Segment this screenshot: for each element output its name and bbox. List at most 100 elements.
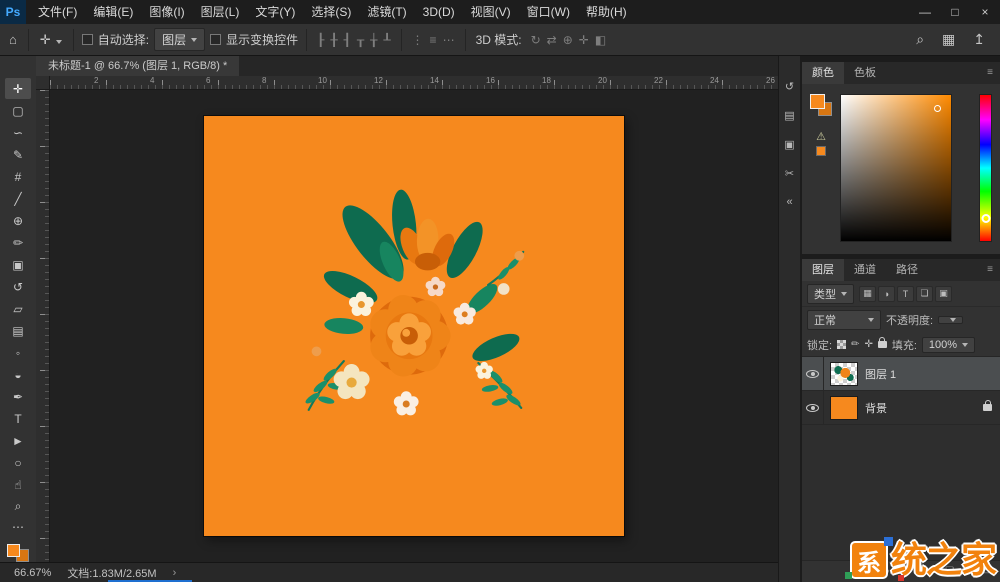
- panel-menu-icon[interactable]: ≡: [980, 62, 1000, 84]
- tab-layers[interactable]: 图层: [802, 259, 844, 281]
- mode-3d-icon[interactable]: ◧: [593, 33, 608, 47]
- layer-kind-filter-icon[interactable]: ▣: [935, 286, 952, 302]
- spot-healing-brush-tool[interactable]: ⊕: [5, 210, 31, 231]
- distribute-icon[interactable]: ⋯: [441, 33, 457, 47]
- layer-kind-filter-icon[interactable]: ❏: [916, 286, 933, 302]
- zoom-level[interactable]: 66.67%: [14, 567, 51, 579]
- foreground-color-swatch[interactable]: [810, 94, 825, 109]
- document-tab[interactable]: 未标题-1 @ 66.7% (图层 1, RGB/8) *: [36, 56, 239, 76]
- tab-channels[interactable]: 通道: [844, 259, 886, 281]
- ruler-origin-corner[interactable]: [36, 76, 50, 90]
- mode-3d-icon[interactable]: ⇄: [545, 33, 559, 47]
- ellipse-tool[interactable]: ○: [5, 452, 31, 473]
- libraries-panel-icon[interactable]: ▣: [784, 138, 794, 151]
- menu-item[interactable]: 选择(S): [303, 0, 359, 24]
- align-icon[interactable]: ┨: [342, 33, 353, 47]
- layer-thumbnail[interactable]: [830, 362, 858, 386]
- show-transform-checkbox[interactable]: [210, 34, 221, 45]
- layer-kind-filter-icon[interactable]: T: [897, 286, 914, 302]
- blend-mode-dropdown[interactable]: 正常: [807, 310, 881, 330]
- menu-item[interactable]: 图像(I): [141, 0, 192, 24]
- auto-select-target-dropdown[interactable]: 图层: [154, 28, 205, 51]
- lasso-tool[interactable]: ∽: [5, 122, 31, 143]
- edit-toolbar-icon[interactable]: ⋯: [12, 520, 24, 534]
- gamut-warning-icon[interactable]: ⚠: [816, 132, 826, 143]
- current-tool-icon[interactable]: ✛: [37, 32, 65, 48]
- blur-tool[interactable]: ◦: [5, 342, 31, 363]
- menu-item[interactable]: 滤镜(T): [359, 0, 414, 24]
- color-field-cursor[interactable]: [934, 105, 941, 112]
- gradient-tool[interactable]: ▤: [5, 320, 31, 341]
- menu-item[interactable]: 帮助(H): [578, 0, 635, 24]
- crop-tool[interactable]: #: [5, 166, 31, 187]
- hue-slider-cursor[interactable]: [981, 214, 990, 223]
- layer-row-background[interactable]: 背景: [802, 391, 1000, 425]
- properties-panel-icon[interactable]: ▤: [784, 109, 794, 122]
- distribute-icon[interactable]: ≡: [428, 33, 439, 47]
- layer-kind-filter-icon[interactable]: ◑: [878, 286, 895, 302]
- lock-pixels-icon[interactable]: ✏: [851, 339, 859, 350]
- tab-swatches[interactable]: 色板: [844, 62, 886, 84]
- layer-filter-dropdown[interactable]: 类型: [807, 284, 854, 304]
- brush-tool[interactable]: ✏: [5, 232, 31, 253]
- rectangular-marquee-tool[interactable]: ▢: [5, 100, 31, 121]
- hue-slider[interactable]: [979, 94, 992, 242]
- panel-menu-icon[interactable]: ≡: [980, 259, 1000, 281]
- menu-item[interactable]: 编辑(E): [85, 0, 141, 24]
- layer-kind-filter-icon[interactable]: ▦: [859, 286, 876, 302]
- path-selection-tool[interactable]: ►: [5, 430, 31, 451]
- align-icon[interactable]: ╁: [368, 33, 379, 47]
- foreground-background-swatches[interactable]: [810, 94, 832, 116]
- workspace-switcher-icon[interactable]: ▦: [939, 31, 958, 48]
- lock-all-icon[interactable]: [878, 341, 887, 348]
- quick-selection-tool[interactable]: ✎: [5, 144, 31, 165]
- mode-3d-icon[interactable]: ⊕: [561, 33, 575, 47]
- menu-item[interactable]: 文件(F): [30, 0, 85, 24]
- status-chevron-icon[interactable]: ›: [173, 567, 177, 579]
- auto-select-checkbox[interactable]: [82, 34, 93, 45]
- layer-row-layer1[interactable]: 图层 1: [802, 357, 1000, 391]
- lock-position-icon[interactable]: ✛: [864, 339, 872, 350]
- snapshot-panel-icon[interactable]: ✂: [785, 167, 794, 180]
- mode-3d-icon[interactable]: ↻: [529, 33, 543, 47]
- visibility-toggle[interactable]: [802, 391, 824, 424]
- maximize-button[interactable]: □: [940, 0, 970, 24]
- fill-dropdown[interactable]: 100%: [922, 337, 975, 353]
- vertical-ruler[interactable]: 246810121416: [36, 90, 50, 562]
- layer-thumbnail[interactable]: [830, 396, 858, 420]
- tab-paths[interactable]: 路径: [886, 259, 928, 281]
- eyedropper-tool[interactable]: ╱: [5, 188, 31, 209]
- menu-item[interactable]: 窗口(W): [519, 0, 578, 24]
- foreground-background-colors[interactable]: [7, 544, 29, 562]
- align-icon[interactable]: ┠: [315, 33, 326, 47]
- background-lock-icon[interactable]: [983, 404, 992, 411]
- lock-transparency-icon[interactable]: [837, 340, 846, 349]
- foreground-color-swatch[interactable]: [7, 544, 20, 557]
- zoom-tool[interactable]: ⌕: [5, 496, 31, 517]
- clone-stamp-tool[interactable]: ▣: [5, 254, 31, 275]
- menu-item[interactable]: 文字(Y): [247, 0, 303, 24]
- home-icon[interactable]: ⌂: [6, 32, 20, 47]
- move-tool[interactable]: ✛: [5, 78, 31, 99]
- gamut-color-swatch[interactable]: [816, 146, 826, 156]
- close-button[interactable]: ×: [970, 0, 1000, 24]
- pen-tool[interactable]: ✒: [5, 386, 31, 407]
- opacity-dropdown[interactable]: [938, 316, 963, 324]
- menu-item[interactable]: 视图(V): [463, 0, 519, 24]
- menu-item[interactable]: 图层(L): [193, 0, 248, 24]
- horizontal-ruler[interactable]: 2468101214161820222426: [50, 76, 778, 90]
- history-panel-icon[interactable]: ↺: [785, 80, 794, 93]
- menu-item[interactable]: 3D(D): [415, 0, 463, 24]
- document-canvas[interactable]: [204, 116, 624, 536]
- align-icon[interactable]: ╂: [328, 33, 339, 47]
- horizontal-type-tool[interactable]: T: [5, 408, 31, 429]
- history-brush-tool[interactable]: ↺: [5, 276, 31, 297]
- mode-3d-icon[interactable]: ✛: [577, 33, 591, 47]
- dodge-tool[interactable]: ◒: [5, 364, 31, 385]
- search-icon[interactable]: ⌕: [913, 31, 927, 48]
- align-icon[interactable]: ┸: [381, 33, 392, 47]
- eraser-tool[interactable]: ▱: [5, 298, 31, 319]
- tab-color[interactable]: 颜色: [802, 62, 844, 84]
- saturation-brightness-field[interactable]: [840, 94, 952, 242]
- align-icon[interactable]: ┰: [355, 33, 366, 47]
